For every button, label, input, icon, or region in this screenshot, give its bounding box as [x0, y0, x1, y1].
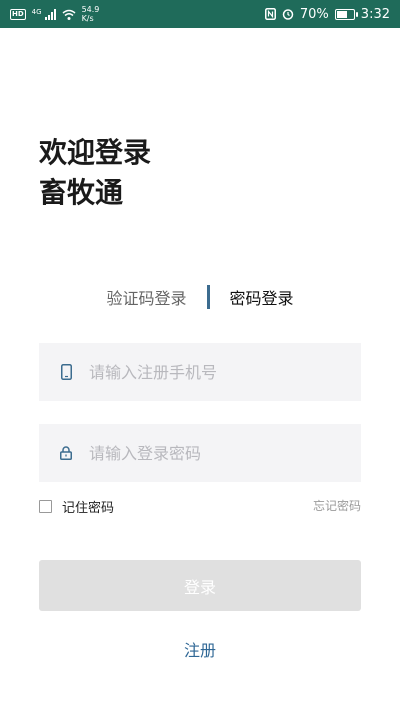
remember-password[interactable]: 记住密码: [39, 497, 114, 516]
welcome-title: 欢迎登录 畜牧通: [39, 133, 151, 213]
network-speed: 54.9 K/s: [82, 5, 100, 23]
remember-label: 记住密码: [62, 501, 115, 516]
remember-checkbox[interactable]: [39, 500, 52, 513]
lock-icon: [59, 445, 73, 461]
password-input[interactable]: [87, 442, 331, 464]
login-button[interactable]: 登录: [39, 560, 361, 611]
signal-icon: [44, 8, 56, 20]
status-bar-right: 70% 3:32: [264, 6, 390, 22]
nfc-icon: [264, 8, 276, 20]
status-bar: HD 4G 54.9 K/s 70% 3:32: [0, 0, 400, 28]
wifi-icon: [62, 9, 76, 20]
forgot-password-link[interactable]: 忘记密码: [313, 497, 361, 514]
login-tabs: 验证码登录 密码登录: [0, 283, 400, 311]
tab-password-login[interactable]: 密码登录: [230, 285, 294, 309]
speed-unit: K/s: [81, 14, 94, 23]
status-bar-left: HD 4G 54.9 K/s: [10, 5, 99, 23]
network-type: 4G: [31, 8, 42, 16]
speed-value: 54.9: [81, 5, 100, 14]
phone-input[interactable]: [87, 361, 331, 383]
welcome-line: 欢迎登录: [39, 136, 152, 169]
register-link[interactable]: 注册: [0, 637, 400, 661]
tab-sms-login[interactable]: 验证码登录: [106, 285, 186, 309]
battery-percent: 70%: [299, 6, 329, 22]
phone-icon: [59, 364, 73, 380]
alarm-icon: [282, 9, 294, 20]
password-field: [39, 424, 361, 482]
clock: 3:32: [360, 6, 390, 22]
battery-icon: [334, 8, 358, 20]
tab-divider: [206, 285, 210, 309]
app-name: 畜牧通: [39, 176, 124, 209]
hd-badge: HD: [10, 8, 26, 20]
phone-field: [39, 343, 361, 401]
